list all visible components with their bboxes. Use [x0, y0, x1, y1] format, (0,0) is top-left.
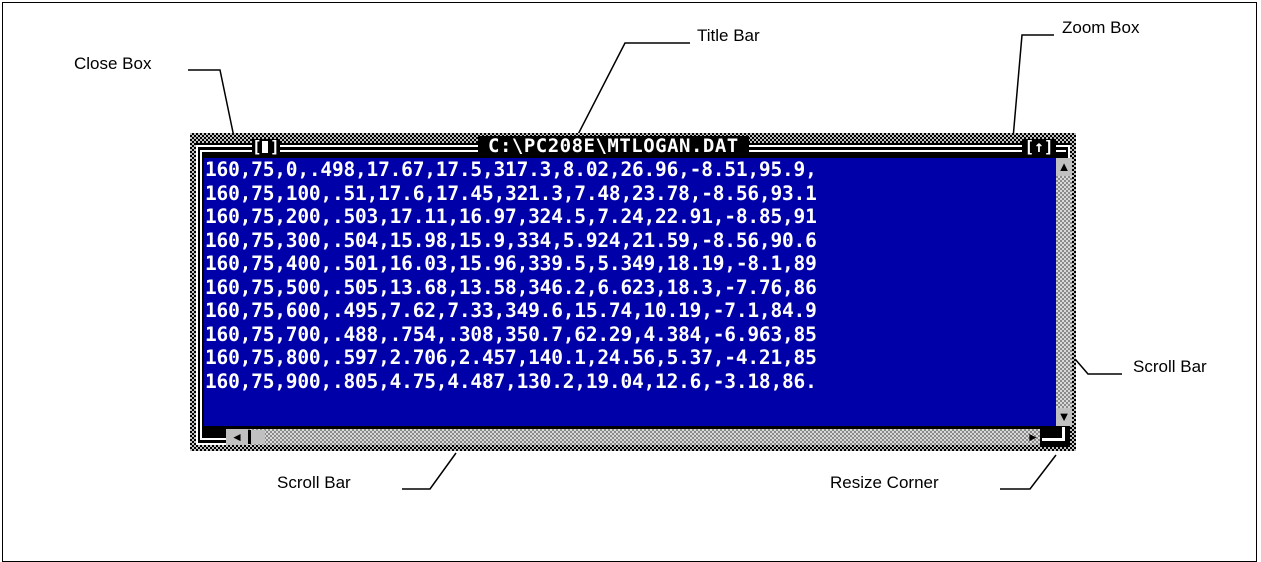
data-row: 160,75,500,.505,13.68,13.58,346.2,6.623,… — [205, 275, 817, 299]
title-bar[interactable]: [] C:\PC208E\MTLOGAN.DAT [↑] — [210, 135, 1056, 157]
window-bottom-border — [190, 445, 1076, 451]
data-row: 160,75,900,.805,4.75,4.487,130.2,19.04,1… — [205, 369, 817, 393]
frame-line-bottom-outer — [196, 443, 226, 445]
close-box-knob-icon — [262, 141, 268, 153]
callout-resize-corner: Resize Corner — [830, 473, 939, 492]
data-row: 160,75,400,.501,16.03,15.96,339.5,5.349,… — [205, 252, 817, 275]
close-box-bracket-icon: [ — [252, 137, 262, 156]
close-box[interactable]: [] — [252, 139, 280, 155]
callout-close-box: Close Box — [74, 54, 152, 73]
data-row: 160,75,100,.51,17.6,17.45,321.3,7.48,23.… — [205, 181, 817, 205]
vertical-scroll-bar[interactable]: ▲ ▼ — [1056, 158, 1072, 426]
resize-corner-line-icon — [1062, 427, 1065, 441]
frame-line-bottom-inner — [200, 438, 226, 440]
horizontal-scroll-bar[interactable]: ◄ ► — [226, 429, 1044, 445]
resize-corner-line-icon — [1042, 438, 1064, 441]
frame-line-left-outer — [196, 145, 198, 445]
scroll-left-arrow-icon[interactable]: ◄ — [226, 429, 248, 445]
data-row: 160,75,600,.495,7.62,7.33,349.6,15.74,10… — [205, 299, 817, 322]
callout-scroll-bar-bottom: Scroll Bar — [277, 473, 351, 492]
close-box-bracket-right-icon: ] — [270, 137, 280, 156]
callout-title-bar: Title Bar — [697, 26, 760, 45]
scroll-down-arrow-icon[interactable]: ▼ — [1056, 408, 1072, 426]
data-row: 160,75,200,.503,17.11,16.97,324.5,7.24,2… — [205, 205, 817, 228]
dos-window: [] C:\PC208E\MTLOGAN.DAT [↑] 160,75,0,.4… — [190, 133, 1076, 451]
data-row: 160,75,700,.488,.754,.308,350.7,62.29,4.… — [205, 322, 817, 346]
horizontal-scroll-thumb[interactable] — [248, 430, 265, 444]
callout-scroll-bar-right: Scroll Bar — [1133, 357, 1207, 376]
zoom-box[interactable]: [↑] — [1022, 139, 1056, 155]
scroll-up-arrow-icon[interactable]: ▲ — [1056, 158, 1072, 176]
data-row: 160,75,800,.597,2.706,2.457,140.1,24.56,… — [205, 346, 817, 369]
data-view[interactable]: 160,75,0,.498,17.67,17.5,317.3,8.02,26.9… — [204, 158, 1056, 426]
data-row: 160,75,300,.504,15.98,15.9,334,5.924,21.… — [205, 228, 817, 252]
window-title: C:\PC208E\MTLOGAN.DAT — [478, 136, 749, 156]
resize-corner[interactable] — [1040, 427, 1068, 447]
callout-zoom-box: Zoom Box — [1062, 18, 1140, 37]
data-row: 160,75,0,.498,17.67,17.5,317.3,8.02,26.9… — [205, 158, 817, 181]
frame-line-left-inner — [200, 150, 202, 440]
